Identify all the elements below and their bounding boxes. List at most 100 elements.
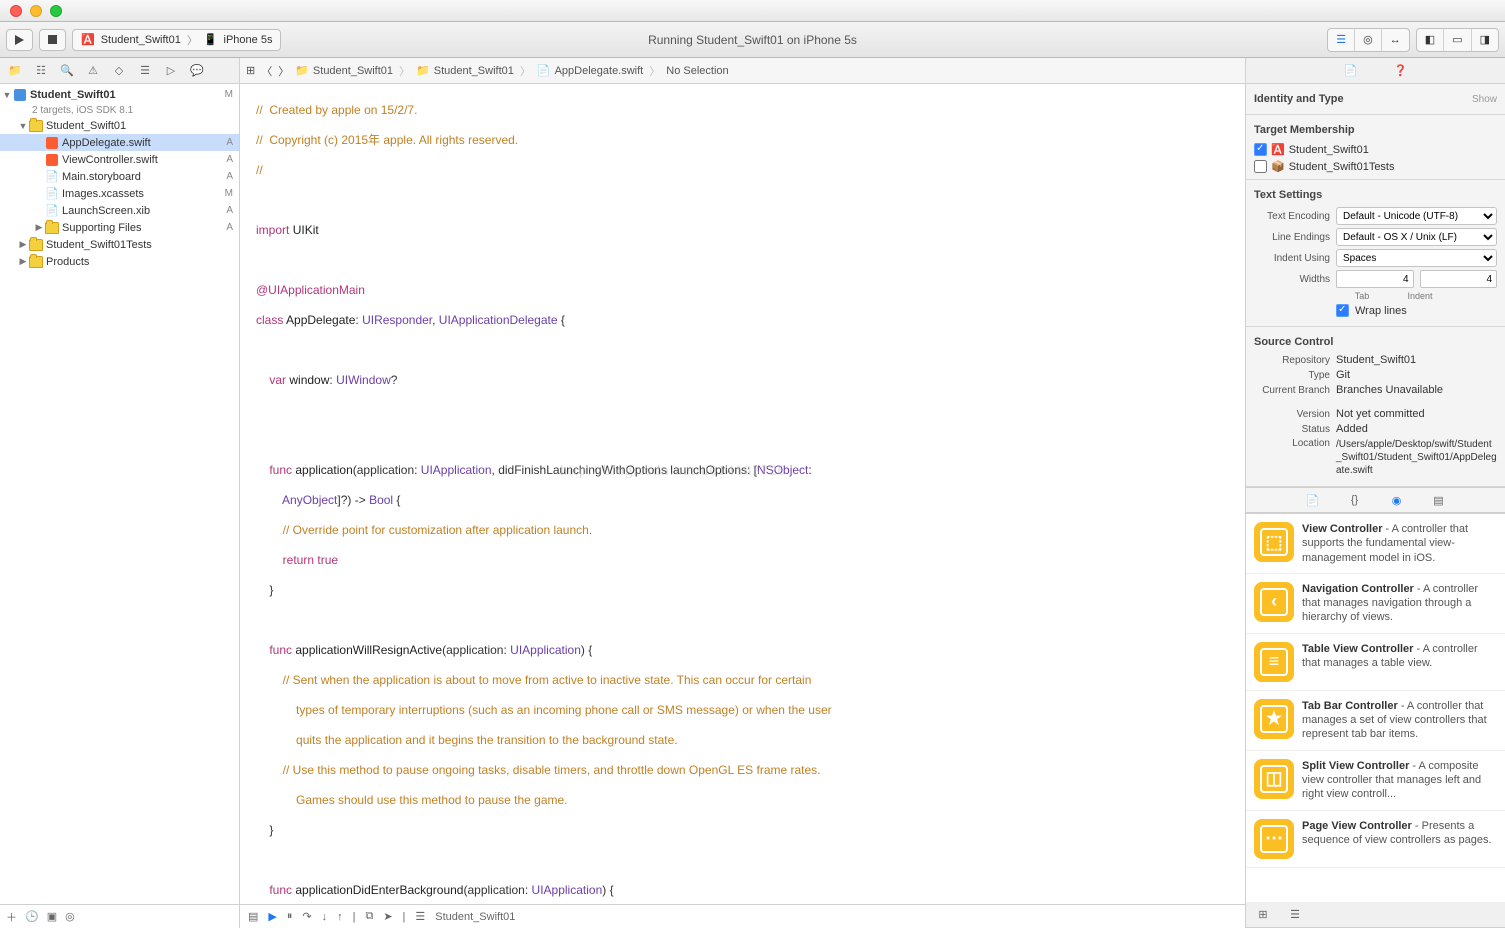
debug-bar: ▤ ▶ ⏸ ↷ ↓ ↑ | ⧉ ➤ | ☰ Student_Swift01 [240, 904, 1245, 928]
nav-item-supporting-files[interactable]: ▶Supporting FilesA [0, 219, 239, 236]
step-in-button[interactable]: ↓ [322, 911, 328, 923]
indent-width-input[interactable] [1420, 270, 1498, 288]
window-titlebar [0, 0, 1505, 22]
object-library-tab[interactable]: ◉ [1384, 489, 1410, 511]
nav-item-launchscreen-xib[interactable]: 📄LaunchScreen.xibA [0, 202, 239, 219]
library-item[interactable]: ◫Split View Controller - A composite vie… [1246, 751, 1505, 811]
debug-process-label: Student_Swift01 [435, 911, 515, 923]
toggle-navigator-button[interactable]: ◧ [1417, 29, 1444, 51]
jump-project[interactable]: 📁 Student_Swift01 [295, 64, 393, 77]
add-button[interactable]: ＋ [6, 909, 17, 925]
symbol-navigator-tab[interactable]: ☷ [28, 60, 54, 82]
library-item[interactable]: ‹Navigation Controller - A controller th… [1246, 574, 1505, 634]
maximize-window-button[interactable] [50, 5, 62, 17]
continue-button[interactable]: ▶ [268, 910, 276, 923]
project-navigator-tree: ▼ Student_Swift01 M 2 targets, iOS SDK 8… [0, 84, 239, 904]
jump-bar: ⊞ 〈 〉 📁 Student_Swift01 〉 📁 Student_Swif… [240, 58, 1245, 84]
device-icon: 📱 [204, 33, 218, 46]
line-endings-select[interactable]: Default - OS X / Unix (LF) [1336, 228, 1497, 246]
nav-item-main-storyboard[interactable]: 📄Main.storyboardA [0, 168, 239, 185]
library-item[interactable]: ★Tab Bar Controller - A controller that … [1246, 691, 1505, 751]
file-templates-tab[interactable]: 📄 [1300, 489, 1326, 511]
media-library-tab[interactable]: ▤ [1426, 489, 1452, 511]
navigator-panel: 📁 ☷ 🔍 ⚠ ◇ ☰ ▷ 💬 ▼ Student_Swift01 M 2 ta… [0, 58, 240, 928]
library-item[interactable]: ≡Table View Controller - A controller th… [1246, 634, 1505, 691]
tab-width-input[interactable] [1336, 270, 1414, 288]
clock-filter-icon[interactable]: 🕒 [25, 910, 39, 923]
target1-label: Student_Swift01 [1289, 144, 1369, 156]
library-footer: ⊞ ☰ [1246, 902, 1505, 928]
file-inspector-tab[interactable]: 📄 [1338, 60, 1364, 82]
text-settings-header: Text Settings [1254, 186, 1497, 204]
type-value: Git [1336, 369, 1350, 381]
object-library-list: ⬚View Controller - A controller that sup… [1246, 513, 1505, 902]
grid-view-icon[interactable]: ⊞ [1250, 904, 1276, 926]
source-editor[interactable]: // Created by apple on 15/2/7. // Copyri… [240, 84, 1245, 904]
show-button[interactable]: Show [1472, 94, 1497, 105]
jump-symbol[interactable]: No Selection [666, 65, 728, 77]
filter-icon[interactable]: ▣ [47, 910, 57, 923]
target2-label: Student_Swift01Tests [1289, 161, 1395, 173]
related-items-button[interactable]: ⊞ [246, 64, 255, 77]
library-item[interactable]: ⬚View Controller - A controller that sup… [1246, 514, 1505, 574]
back-button[interactable]: 〈 [261, 63, 272, 79]
app-icon: 🅰️ [81, 33, 95, 46]
list-view-icon[interactable]: ☰ [1282, 904, 1308, 926]
toggle-inspector-button[interactable]: ◨ [1472, 29, 1498, 51]
forward-button[interactable]: 〉 [278, 63, 289, 79]
scheme-project: Student_Swift01 [101, 34, 181, 46]
location-value: /Users/apple/Desktop/swift/Student_Swift… [1336, 438, 1497, 477]
step-over-button[interactable]: ↷ [302, 910, 311, 923]
activity-viewer: Running Student_Swift01 on iPhone 5s [648, 33, 857, 47]
project-navigator-tab[interactable]: 📁 [2, 60, 28, 82]
assistant-editor-button[interactable]: ◎ [1355, 29, 1382, 51]
inspector-panel: 📄 ❓ Identity and TypeShow Target Members… [1245, 58, 1505, 928]
target2-checkbox[interactable] [1254, 160, 1267, 173]
main-toolbar: 🅰️ Student_Swift01 〉 📱 iPhone 5s Running… [0, 22, 1505, 58]
jump-file[interactable]: 📄 AppDelegate.swift [537, 64, 643, 77]
nav-item-images-xcassets[interactable]: 📄Images.xcassetsM [0, 185, 239, 202]
issue-navigator-tab[interactable]: ⚠ [80, 60, 106, 82]
location-icon[interactable]: ➤ [383, 910, 392, 923]
inspector-tab-bar: 📄 ❓ [1246, 58, 1505, 84]
version-value: Not yet committed [1336, 408, 1425, 420]
run-button[interactable] [6, 29, 33, 51]
debug-view-icon[interactable]: ⧉ [365, 910, 373, 923]
wrap-lines-checkbox[interactable] [1336, 304, 1349, 317]
nav-item-student-swift01tests[interactable]: ▶Student_Swift01Tests [0, 236, 239, 253]
library-tab-bar: 📄 {} ◉ ▤ [1246, 487, 1505, 513]
find-navigator-tab[interactable]: 🔍 [54, 60, 80, 82]
close-window-button[interactable] [10, 5, 22, 17]
version-editor-button[interactable]: ↔ [1382, 29, 1409, 51]
scheme-device: iPhone 5s [224, 34, 273, 46]
standard-editor-button[interactable]: ☰ [1328, 29, 1355, 51]
toggle-fold-icon[interactable]: ▤ [248, 910, 258, 923]
thread-menu-icon[interactable]: ☰ [415, 910, 425, 923]
stop-button[interactable] [39, 29, 66, 51]
minimize-window-button[interactable] [30, 5, 42, 17]
breakpoint-navigator-tab[interactable]: ▷ [158, 60, 184, 82]
nav-item-products[interactable]: ▶Products [0, 253, 239, 270]
code-snippets-tab[interactable]: {} [1342, 489, 1368, 511]
indent-using-select[interactable]: Spaces [1336, 249, 1497, 267]
test-navigator-tab[interactable]: ◇ [106, 60, 132, 82]
project-root-row[interactable]: ▼ Student_Swift01 M [0, 86, 239, 103]
nav-item-appdelegate-swift[interactable]: AppDelegate.swiftA [0, 134, 239, 151]
target1-checkbox[interactable] [1254, 143, 1267, 156]
target-membership-header: Target Membership [1254, 121, 1497, 139]
debug-navigator-tab[interactable]: ☰ [132, 60, 158, 82]
scheme-selector[interactable]: 🅰️ Student_Swift01 〉 📱 iPhone 5s [72, 29, 281, 51]
jump-group[interactable]: 📁 Student_Swift01 [416, 64, 514, 77]
toggle-debug-button[interactable]: ▭ [1444, 29, 1471, 51]
quick-help-tab[interactable]: ❓ [1388, 60, 1414, 82]
project-subtitle: 2 targets, iOS SDK 8.1 [0, 103, 239, 117]
text-encoding-select[interactable]: Default - Unicode (UTF-8) [1336, 207, 1497, 225]
step-out-button[interactable]: ↑ [337, 911, 343, 923]
pause-button[interactable]: ⏸ [287, 910, 293, 923]
nav-item-student-swift01[interactable]: ▼Student_Swift01 [0, 117, 239, 134]
library-item[interactable]: ⋯Page View Controller - Presents a seque… [1246, 811, 1505, 868]
navigator-tab-bar: 📁 ☷ 🔍 ⚠ ◇ ☰ ▷ 💬 [0, 58, 239, 84]
report-navigator-tab[interactable]: 💬 [184, 60, 210, 82]
scm-filter-icon[interactable]: ◎ [65, 910, 75, 923]
nav-item-viewcontroller-swift[interactable]: ViewController.swiftA [0, 151, 239, 168]
